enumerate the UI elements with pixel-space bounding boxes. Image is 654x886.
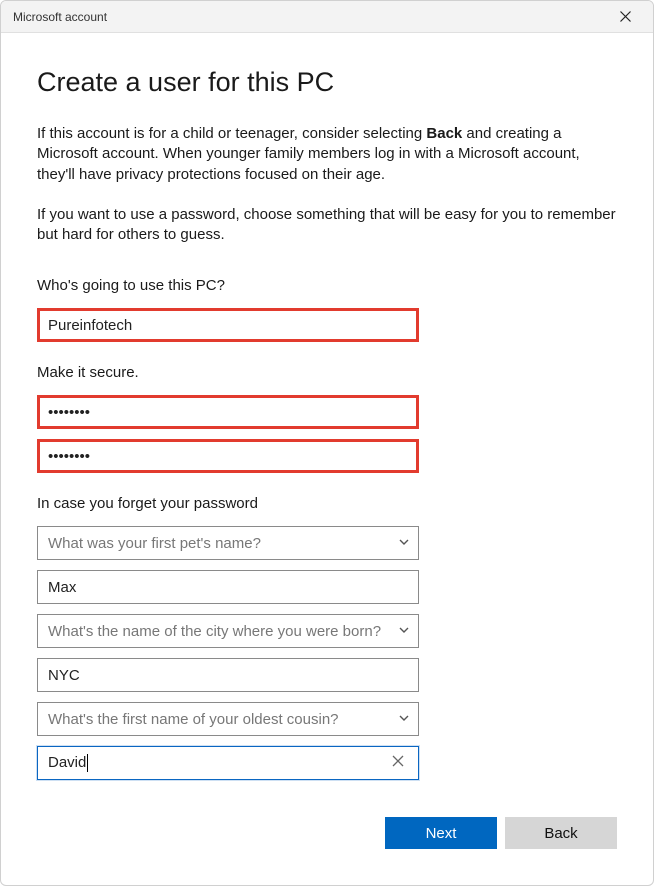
intro1-pre: If this account is for a child or teenag… [37,125,426,142]
footer-buttons: Next Back [1,817,653,885]
confirm-password-value: •••••••• [48,448,408,465]
security-answer-2-value: NYC [48,667,408,684]
intro-paragraph-2: If you want to use a password, choose so… [37,205,617,246]
username-value: Pureinfotech [48,317,408,334]
security-answer-2-input[interactable]: NYC [37,658,419,692]
dialog-window: Microsoft account Create a user for this… [0,0,654,886]
security-question-1-select[interactable]: What was your first pet's name? [37,526,419,560]
security-question-3-select[interactable]: What's the first name of your oldest cou… [37,702,419,736]
intro-paragraph-1: If this account is for a child or teenag… [37,124,617,185]
security-answer-3-value: David [48,754,388,772]
security-question-2-text: What's the name of the city where you we… [48,623,398,640]
security-question-1-text: What was your first pet's name? [48,535,398,552]
back-button[interactable]: Back [505,817,617,849]
confirm-password-input[interactable]: •••••••• [37,439,419,473]
username-input[interactable]: Pureinfotech [37,308,419,342]
password-value: •••••••• [48,404,408,421]
clear-input-button[interactable] [388,754,408,772]
intro1-bold: Back [426,125,462,142]
security-answer-1-input[interactable]: Max [37,570,419,604]
security-question-3-text: What's the first name of your oldest cou… [48,711,398,728]
titlebar-title: Microsoft account [13,10,605,24]
who-label: Who's going to use this PC? [37,277,617,294]
security-question-2-select[interactable]: What's the name of the city where you we… [37,614,419,648]
clear-icon [392,755,404,767]
page-title: Create a user for this PC [37,67,617,98]
titlebar: Microsoft account [1,1,653,33]
content-area: Create a user for this PC If this accoun… [1,33,653,817]
forgot-label: In case you forget your password [37,495,617,512]
close-button[interactable] [605,1,645,33]
security-answer-3-input[interactable]: David [37,746,419,780]
security-answer-1-value: Max [48,579,408,596]
chevron-down-icon [398,623,410,640]
chevron-down-icon [398,535,410,552]
text-caret [87,754,88,772]
chevron-down-icon [398,711,410,728]
close-icon [620,11,631,22]
password-input[interactable]: •••••••• [37,395,419,429]
secure-label: Make it secure. [37,364,617,381]
next-button[interactable]: Next [385,817,497,849]
